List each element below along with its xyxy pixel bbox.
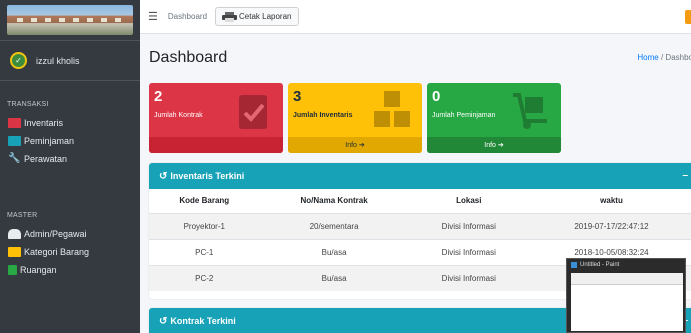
stat-footer-link[interactable]: Info ➔: [288, 137, 422, 153]
users-icon: [8, 229, 21, 239]
sidebar-item-ruangan[interactable]: Ruangan: [0, 261, 140, 279]
avatar: ✓: [10, 52, 27, 69]
table-header-row: Kode Barang No/Nama Kontrak Lokasi waktu: [149, 189, 691, 214]
sidebar-item-label: Inventaris: [24, 118, 64, 128]
card-header: ↺ Inventaris Terkini –: [149, 163, 691, 189]
stat-value: 3: [293, 88, 302, 105]
sidebar-item-peminjaman[interactable]: Peminjaman: [0, 132, 140, 150]
user-panel[interactable]: ✓ izzul kholis: [0, 41, 140, 81]
table-cell: Bu/asa: [259, 264, 409, 291]
stat-value: 0: [432, 88, 441, 105]
stat-box-peminjaman: 0 Jumlah Peminjaman Info ➔: [427, 83, 561, 153]
printer-icon: [222, 11, 238, 22]
stat-label: Jumlah Kontrak: [154, 112, 203, 119]
paint-canvas-thumbnail: [571, 273, 683, 331]
table-cell: PC-2: [149, 264, 260, 291]
history-icon: ↺: [159, 315, 168, 327]
building-icon: [8, 265, 17, 275]
breadcrumb: Home / Dashbo: [637, 53, 691, 62]
nav-header-master: MASTER: [7, 212, 38, 219]
table-cell: Divisi Informasi: [408, 212, 529, 239]
dashboard-link[interactable]: Dashboard: [168, 12, 207, 21]
history-icon: ↺: [159, 170, 168, 182]
top-navbar: ☰ Dashboard Cetak Laporan: [140, 0, 691, 34]
stat-boxes: 2 Jumlah Kontrak 3 Jumlah Inventaris Inf…: [149, 83, 561, 153]
table-cell: PC-1: [149, 238, 260, 265]
sidebar-item-admin[interactable]: Admin/Pegawai: [0, 225, 140, 243]
brand-logo[interactable]: [0, 0, 140, 41]
print-report-button[interactable]: Cetak Laporan: [215, 7, 299, 26]
paint-ribbon: [571, 273, 683, 285]
paint-window-preview[interactable]: Untitled - Paint: [566, 258, 686, 333]
stat-label: Jumlah Inventaris: [293, 112, 353, 119]
sidebar-item-perawatan[interactable]: 🔧 Perawatan: [0, 150, 140, 168]
table-row[interactable]: Proyektor-1 20/sementara Divisi Informas…: [149, 212, 691, 239]
stat-box-kontrak: 2 Jumlah Kontrak: [149, 83, 283, 153]
table-cell: Divisi Informasi: [408, 264, 529, 291]
user-name: izzul kholis: [36, 55, 80, 66]
breadcrumb-separator: /: [660, 53, 664, 62]
notification-icon[interactable]: [685, 10, 691, 24]
table-cell: Divisi Informasi: [408, 238, 529, 265]
sidebar-item-label: Peminjaman: [24, 136, 75, 146]
column-header: No/Nama Kontrak: [259, 189, 409, 214]
menu-toggle-icon[interactable]: ☰: [148, 10, 158, 23]
stat-value: 2: [154, 88, 163, 105]
page-title: Dashboard: [149, 49, 228, 66]
sidebar-item-label: Admin/Pegawai: [24, 229, 87, 239]
folder-icon: [8, 247, 21, 257]
paint-window-title: Untitled - Paint: [567, 259, 685, 271]
boxes-icon: [374, 91, 410, 127]
sidebar-item-label: Ruangan: [20, 265, 57, 275]
sidebar-item-label: Kategori Barang: [24, 247, 90, 257]
clipboard-icon: [239, 95, 267, 129]
print-report-label: Cetak Laporan: [239, 12, 292, 21]
building-photo: [7, 5, 133, 35]
wrench-icon: 🔧: [8, 153, 21, 164]
card-title: Inventaris Terkini: [170, 171, 245, 181]
stat-box-inventaris: 3 Jumlah Inventaris Info ➔: [288, 83, 422, 153]
column-header: Kode Barang: [149, 189, 260, 214]
collapse-icon[interactable]: –: [682, 170, 688, 181]
table-cell: 20/sementara: [259, 212, 409, 239]
breadcrumb-home[interactable]: Home: [637, 53, 658, 62]
inventory-icon: [8, 118, 21, 128]
column-header: waktu: [529, 189, 691, 214]
table-cell: 2019-07-17/22:47:12: [529, 212, 691, 239]
nav-header-transaksi: TRANSAKSI: [7, 101, 49, 108]
table-cell: Bu/asa: [259, 238, 409, 265]
book-icon: [8, 136, 21, 146]
stat-footer-link[interactable]: [149, 137, 283, 153]
table-cell: Proyektor-1: [149, 212, 260, 239]
sidebar-item-inventaris[interactable]: Inventaris: [0, 114, 140, 132]
column-header: Lokasi: [408, 189, 529, 214]
dolly-icon: [513, 93, 547, 129]
paint-icon: [571, 262, 577, 268]
stat-footer-link[interactable]: Info ➔: [427, 137, 561, 153]
sidebar-item-label: Perawatan: [24, 154, 68, 164]
sidebar-item-kategori[interactable]: Kategori Barang: [0, 243, 140, 261]
breadcrumb-current: Dashbo: [665, 53, 691, 62]
sidebar: ✓ izzul kholis TRANSAKSI Inventaris Pemi…: [0, 0, 140, 333]
stat-label: Jumlah Peminjaman: [432, 112, 496, 119]
card-title: Kontrak Terkini: [170, 316, 236, 326]
